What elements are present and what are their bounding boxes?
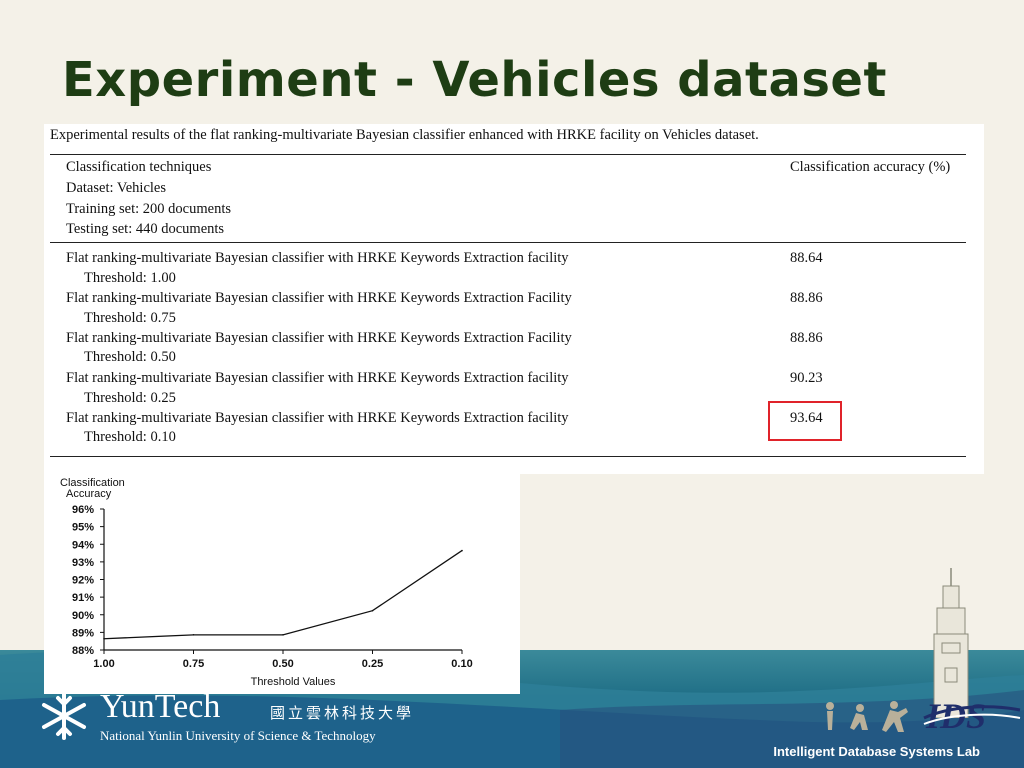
page-title: Experiment - Vehicles dataset	[62, 52, 887, 108]
y-tick-label: 94%	[72, 539, 94, 551]
header-dataset: Dataset: Vehicles	[66, 180, 166, 196]
row-5-name: Flat ranking-multivariate Bayesian class…	[66, 410, 569, 426]
data-point	[461, 549, 463, 552]
logo-name: YunTech	[100, 688, 221, 725]
row-4-threshold: Threshold: 0.25	[84, 390, 176, 406]
logo-chinese: 國立雲林科技大學	[270, 704, 415, 722]
x-axis-label: Threshold Values	[251, 676, 336, 688]
y-tick-label: 93%	[72, 557, 94, 569]
x-tick-label: 0.50	[272, 658, 293, 670]
snowflake-logo-icon	[42, 692, 86, 740]
x-tick-label: 0.75	[183, 658, 204, 670]
row-3-value: 88.86	[790, 330, 823, 346]
y-axis-label-line: Accuracy	[66, 488, 112, 500]
data-point	[103, 637, 105, 640]
table-rule-bottom	[50, 456, 966, 457]
y-tick-label: 95%	[72, 522, 94, 534]
row-2-name: Flat ranking-multivariate Bayesian class…	[66, 290, 572, 306]
logo-subtitle: National Yunlin University of Science & …	[100, 728, 376, 743]
row-3-threshold: Threshold: 0.50	[84, 349, 176, 365]
x-tick-label: 0.25	[362, 658, 383, 670]
header-testing: Testing set: 440 documents	[66, 221, 225, 237]
data-point	[192, 634, 195, 636]
header-training: Training set: 200 documents	[66, 201, 232, 217]
data-point	[371, 609, 374, 612]
y-tick-label: 88%	[72, 645, 94, 657]
x-tick-label: 0.10	[451, 658, 472, 670]
row-4-value: 90.23	[790, 370, 823, 386]
y-tick-label: 89%	[72, 627, 94, 639]
yuntech-logo: YunTech 國立雲林科技大學 National Yunlin Univers…	[38, 688, 438, 750]
header-technique: Classification techniques	[66, 159, 212, 175]
y-tick-label: 92%	[72, 575, 94, 587]
table-rule-header	[50, 242, 966, 243]
row-1-value: 88.64	[790, 250, 823, 266]
table-caption: Experimental results of the flat ranking…	[50, 127, 759, 143]
row-1-name: Flat ranking-multivariate Bayesian class…	[66, 250, 569, 266]
row-1-threshold: Threshold: 1.00	[84, 270, 176, 286]
highlight-box	[768, 401, 842, 441]
row-2-threshold: Threshold: 0.75	[84, 310, 176, 326]
x-tick-label: 1.00	[93, 658, 114, 670]
row-2-value: 88.86	[790, 290, 823, 306]
runners-icon	[826, 701, 908, 732]
series-line	[103, 550, 463, 640]
ids-logo-icon: IDS	[923, 696, 1021, 736]
y-tick-label: 91%	[72, 592, 94, 604]
table-rule-top	[50, 154, 966, 155]
row-3-name: Flat ranking-multivariate Bayesian class…	[66, 330, 572, 346]
results-table: Experimental results of the flat ranking…	[44, 124, 984, 474]
lab-name: Intelligent Database Systems Lab	[773, 744, 980, 759]
y-tick-label: 90%	[72, 610, 94, 622]
accuracy-chart: Classification Accuracy 88% 89% 90% 91% 92% 93%…	[44, 474, 520, 694]
header-accuracy: Classification accuracy (%)	[790, 159, 951, 175]
row-5-threshold: Threshold: 0.10	[84, 429, 176, 445]
data-point	[282, 634, 284, 636]
row-4-name: Flat ranking-multivariate Bayesian class…	[66, 370, 569, 386]
y-tick-label: 96%	[72, 504, 94, 516]
chart-svg: ClassificationAccuracy88%89%90%91%92%93%…	[60, 477, 473, 688]
